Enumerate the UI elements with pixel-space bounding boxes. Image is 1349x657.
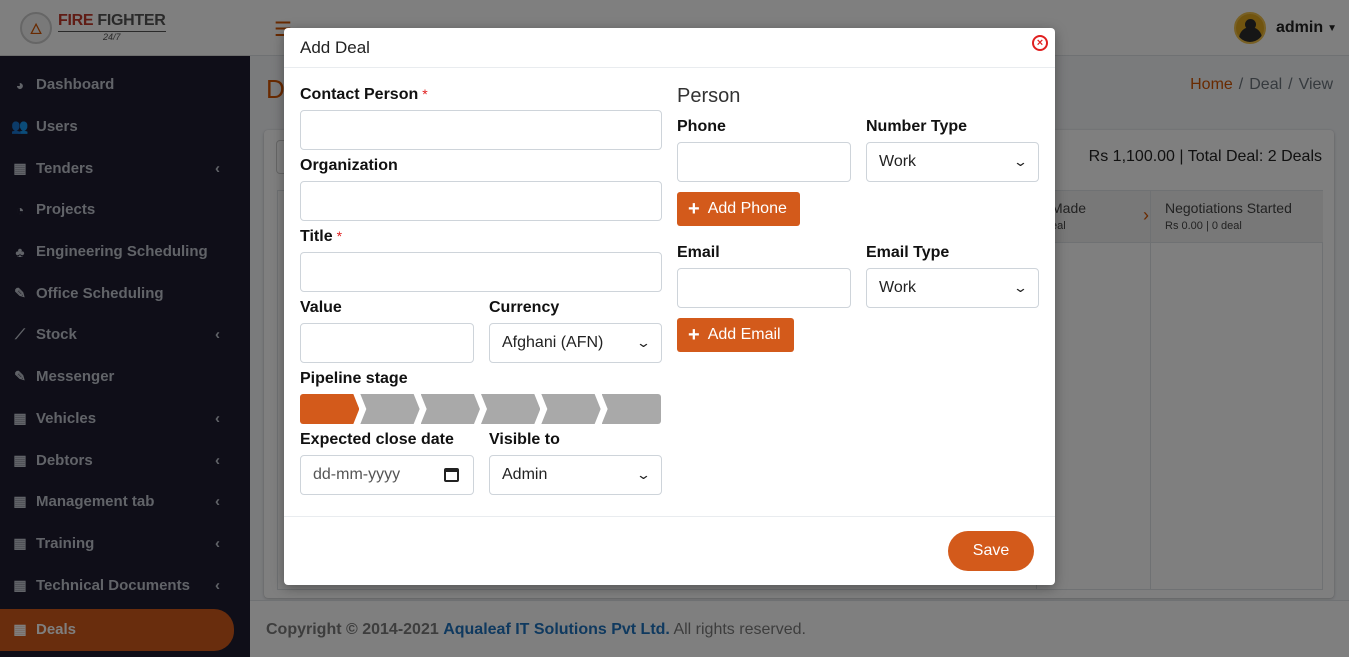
required-mark: * [422,86,428,102]
currency-select[interactable]: Afghani (AFN) ⌄ [489,323,662,363]
contact-person-input[interactable] [300,110,662,150]
pipeline-stage-segment[interactable] [541,394,600,424]
chevron-down-icon: ⌄ [635,335,652,350]
add-deal-modal: Add Deal × Contact Person * Organization … [284,28,1055,585]
number-type-select[interactable]: Work ⌄ [866,142,1039,182]
add-phone-button[interactable]: + Add Phone [677,192,800,226]
title-label: Title * [300,228,343,245]
email-type-label: Email Type [866,244,950,261]
modal-header: Add Deal × [284,28,1055,68]
chevron-down-icon: ⌄ [1012,154,1029,169]
pipeline-stage-segment[interactable] [481,394,540,424]
phone-label: Phone [677,118,726,135]
email-type-selected: Work [879,279,917,296]
value-label: Value [300,299,342,316]
add-email-label: Add Email [707,326,781,343]
pipeline-stage-segment[interactable] [360,394,419,424]
pipeline-stage-segment[interactable] [421,394,480,424]
add-phone-label: Add Phone [707,200,787,217]
pipeline-stage-segment[interactable] [300,394,359,424]
number-type-selected: Work [879,153,917,170]
currency-selected: Afghani (AFN) [502,334,604,351]
visible-to-select[interactable]: Admin ⌄ [489,455,662,495]
contact-person-label: Contact Person * [300,86,428,103]
chevron-down-icon: ⌄ [635,467,652,482]
phone-input[interactable] [677,142,851,182]
modal-title: Add Deal [300,38,370,57]
plus-icon: + [688,198,700,220]
visible-to-selected: Admin [502,466,548,483]
visible-to-label: Visible to [489,431,560,448]
currency-label: Currency [489,299,560,316]
title-input[interactable] [300,252,662,292]
person-heading: Person [677,85,741,107]
organization-input[interactable] [300,181,662,221]
date-placeholder: dd-mm-yyyy [313,466,401,483]
email-label: Email [677,244,720,261]
required-mark: * [336,228,343,244]
save-button[interactable]: Save [948,531,1034,571]
calendar-icon[interactable] [444,468,459,482]
expected-close-date-label: Expected close date [300,431,454,448]
organization-label: Organization [300,157,398,174]
modal-footer: Save [284,516,1055,585]
email-input[interactable] [677,268,851,308]
close-icon[interactable]: × [1032,35,1048,51]
email-type-select[interactable]: Work ⌄ [866,268,1039,308]
chevron-down-icon: ⌄ [1012,280,1029,295]
plus-icon: + [688,324,700,346]
value-input[interactable] [300,323,474,363]
pipeline-stage-selector [300,394,662,424]
add-email-button[interactable]: + Add Email [677,318,794,352]
expected-close-date-input[interactable]: dd-mm-yyyy [300,455,474,495]
pipeline-stage-label: Pipeline stage [300,370,408,387]
pipeline-stage-segment[interactable] [601,394,661,424]
number-type-label: Number Type [866,118,968,135]
